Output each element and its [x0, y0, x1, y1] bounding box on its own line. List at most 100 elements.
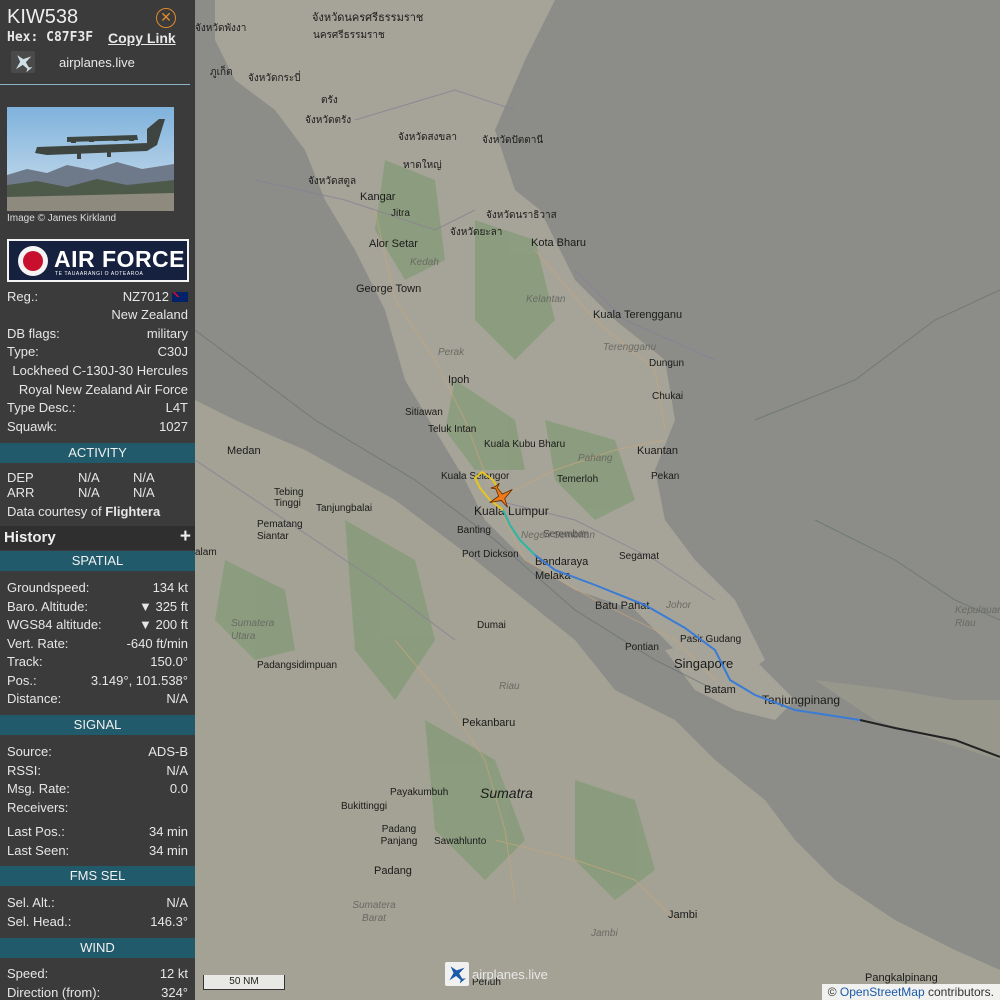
operator-row: Royal New Zealand Air Force — [7, 382, 189, 400]
last-seen-row: Last Seen: 34 min — [7, 843, 189, 861]
attribution-suffix: contributors. — [927, 985, 994, 999]
position-label: Pos.: — [7, 673, 37, 688]
site-name: airplanes.live — [59, 55, 135, 70]
aircraft-photo[interactable] — [7, 107, 174, 211]
wind-speed-row: Speed: 12 kt — [7, 966, 189, 984]
dep-value-1: N/A — [78, 470, 100, 485]
groundspeed-label: Groundspeed: — [7, 580, 90, 595]
last-seen-label: Last Seen: — [7, 843, 70, 858]
track-label: Track: — [7, 654, 43, 669]
distance-value: N/A — [166, 691, 188, 706]
type-desc-row: Type Desc.: L4T — [7, 400, 189, 418]
arr-value-2: N/A — [133, 485, 155, 500]
data-courtesy: Data courtesy of Flightera — [7, 504, 160, 519]
source-value: ADS-B — [148, 744, 188, 759]
baro-altitude-label: Baro. Altitude: — [7, 599, 88, 614]
type-full-row: Lockheed C-130J-30 Hercules — [7, 363, 189, 381]
reg-row: Reg.: NZ7012 — [7, 289, 189, 307]
map-scale-bar: 50 NM — [203, 975, 285, 990]
groundspeed-value: 134 kt — [152, 580, 188, 595]
position-row: Pos.: 3.149°, 101.538° — [7, 673, 189, 691]
airplanes-live-link[interactable]: airplanes.live — [7, 50, 187, 76]
last-pos-row: Last Pos.: 34 min — [7, 824, 189, 842]
map-view[interactable]: จังหวัดนครศรีธรรมราช นครศรีธรรมราช จังหว… — [195, 0, 1000, 1000]
last-pos-label: Last Pos.: — [7, 824, 65, 839]
operator-value: Royal New Zealand Air Force — [18, 382, 188, 397]
expand-plus-icon[interactable]: + — [180, 526, 191, 548]
squawk-label: Squawk: — [7, 419, 57, 434]
wind-direction-row: Direction (from): 324° — [7, 985, 189, 1000]
wind-speed-label: Speed: — [7, 966, 49, 981]
distance-label: Distance: — [7, 691, 62, 706]
sel-alt-label: Sel. Alt.: — [7, 895, 55, 910]
map-attribution: © OpenStreetMap contributors. — [821, 984, 1000, 1000]
wind-direction-label: Direction (from): — [7, 985, 101, 1000]
wind-header: WIND — [0, 938, 195, 958]
msg-rate-row: Msg. Rate: 0.0 — [7, 781, 189, 799]
position-value: 3.149°, 101.538° — [90, 673, 188, 688]
divider — [0, 84, 190, 85]
wgs84-altitude-row: WGS84 altitude: ▼ 200 ft — [7, 617, 189, 635]
close-icon[interactable]: ✕ — [156, 8, 176, 28]
dep-value-2: N/A — [133, 470, 155, 485]
aircraft-photo-image — [7, 107, 174, 211]
openstreetmap-link[interactable]: OpenStreetMap — [840, 985, 925, 999]
sel-alt-row: Sel. Alt.: N/A — [7, 895, 189, 913]
wind-speed-value: 12 kt — [159, 966, 188, 981]
flight-track — [473, 470, 1000, 758]
dep-label: DEP — [7, 470, 34, 485]
source-label: Source: — [7, 744, 52, 759]
attribution-copyright: © — [827, 985, 837, 999]
airplanes-live-logo-icon — [11, 51, 35, 73]
receivers-label: Receivers: — [7, 800, 69, 815]
type-desc-value: L4T — [165, 400, 188, 415]
signal-header: SIGNAL — [0, 715, 195, 735]
logo-subtitle: TE TAUAARANGI O AOTEAROA — [55, 271, 144, 277]
groundspeed-row: Groundspeed: 134 kt — [7, 580, 189, 598]
last-pos-value: 34 min — [148, 824, 188, 839]
distance-row: Distance: N/A — [7, 691, 189, 709]
wind-direction-value: 324° — [161, 985, 188, 1000]
wgs84-altitude-label: WGS84 altitude: — [7, 617, 102, 632]
history-header[interactable]: History + — [0, 526, 195, 550]
wgs84-altitude-value: ▼ 200 ft — [138, 617, 188, 632]
db-flags-value: military — [146, 326, 188, 341]
activity-header: ACTIVITY — [0, 443, 195, 463]
vert-rate-row: Vert. Rate: -640 ft/min — [7, 636, 189, 654]
arr-label: ARR — [7, 485, 35, 500]
squawk-row: Squawk: 1027 — [7, 419, 189, 437]
rssi-label: RSSI: — [7, 763, 41, 778]
logo-text: AIR FORCE — [54, 246, 185, 272]
baro-altitude-value: ▼ 325 ft — [138, 599, 188, 614]
flag-new-zealand-icon — [172, 292, 188, 302]
airplanes-live-watermark-icon — [445, 962, 469, 986]
rssi-value: N/A — [166, 763, 188, 778]
type-value: C30J — [157, 344, 188, 359]
db-flags-label: DB flags: — [7, 326, 60, 341]
msg-rate-label: Msg. Rate: — [7, 781, 70, 796]
registration: NZ7012 — [122, 289, 169, 304]
type-full-value: Lockheed C-130J-30 Hercules — [12, 363, 188, 378]
track-value: 150.0° — [150, 654, 188, 669]
flightera-link[interactable]: Flightera — [105, 504, 160, 519]
copy-link-button[interactable]: Copy Link — [108, 30, 176, 46]
sel-heading-value: 146.3° — [150, 914, 188, 929]
country-row: New Zealand — [7, 307, 189, 325]
data-courtesy-text: Data courtesy of — [7, 504, 102, 519]
squawk-value: 1027 — [159, 419, 188, 434]
type-desc-label: Type Desc.: — [7, 400, 76, 415]
spatial-header: SPATIAL — [0, 551, 195, 571]
reg-label: Reg.: — [7, 289, 39, 304]
vert-rate-label: Vert. Rate: — [7, 636, 69, 651]
source-row: Source: ADS-B — [7, 744, 189, 762]
operator-logo: AIR FORCE TE TAUAARANGI O AOTEAROA — [7, 239, 189, 282]
roundel-icon — [18, 246, 48, 276]
track-row: Track: 150.0° — [7, 654, 189, 672]
sel-alt-value: N/A — [166, 895, 188, 910]
msg-rate-value: 0.0 — [169, 781, 188, 796]
vert-rate-value: -640 ft/min — [126, 636, 188, 651]
photo-credit: Image © James Kirkland — [7, 213, 117, 224]
callsign-title: KIW538 — [7, 6, 79, 28]
type-label: Type: — [7, 344, 39, 359]
reg-value: NZ7012 — [123, 289, 188, 304]
